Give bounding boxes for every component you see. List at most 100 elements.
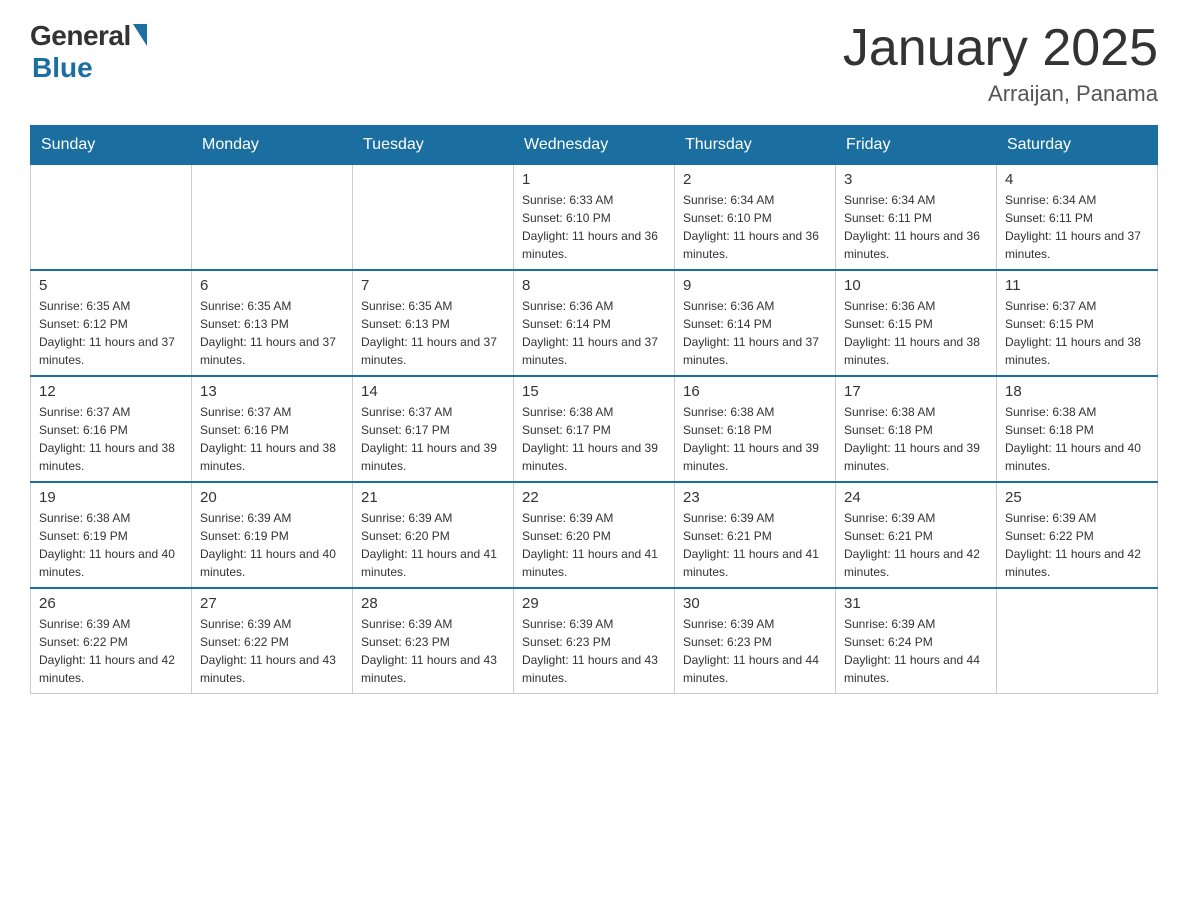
calendar-cell <box>192 165 353 271</box>
day-info: Sunrise: 6:37 AMSunset: 6:16 PMDaylight:… <box>39 403 183 475</box>
calendar-cell: 17 Sunrise: 6:38 AMSunset: 6:18 PMDayligh… <box>836 376 997 482</box>
calendar-cell: 22 Sunrise: 6:39 AMSunset: 6:20 PMDayligh… <box>514 482 675 588</box>
day-info: Sunrise: 6:35 AMSunset: 6:13 PMDaylight:… <box>361 297 505 369</box>
day-number: 20 <box>200 489 344 506</box>
calendar-cell: 10 Sunrise: 6:36 AMSunset: 6:15 PMDayligh… <box>836 270 997 376</box>
day-number: 12 <box>39 383 183 400</box>
day-info: Sunrise: 6:36 AMSunset: 6:14 PMDaylight:… <box>683 297 827 369</box>
day-number: 16 <box>683 383 827 400</box>
day-info: Sunrise: 6:38 AMSunset: 6:18 PMDaylight:… <box>1005 403 1149 475</box>
calendar-cell <box>353 165 514 271</box>
day-number: 27 <box>200 595 344 612</box>
calendar-header-row: SundayMondayTuesdayWednesdayThursdayFrid… <box>31 126 1158 165</box>
calendar-week-row: 26 Sunrise: 6:39 AMSunset: 6:22 PMDayligh… <box>31 588 1158 694</box>
calendar-cell: 5Sunrise: 6:35 AMSunset: 6:12 PMDaylight… <box>31 270 192 376</box>
day-header-thursday: Thursday <box>675 126 836 165</box>
day-number: 17 <box>844 383 988 400</box>
day-number: 18 <box>1005 383 1149 400</box>
day-info: Sunrise: 6:37 AMSunset: 6:16 PMDaylight:… <box>200 403 344 475</box>
calendar-cell: 29Sunrise: 6:39 AMSunset: 6:23 PMDayligh… <box>514 588 675 694</box>
day-info: Sunrise: 6:38 AMSunset: 6:18 PMDaylight:… <box>683 403 827 475</box>
day-number: 10 <box>844 277 988 294</box>
calendar-cell: 2 Sunrise: 6:34 AMSunset: 6:10 PMDaylight… <box>675 165 836 271</box>
calendar-cell: 7 Sunrise: 6:35 AMSunset: 6:13 PMDaylight… <box>353 270 514 376</box>
day-info: Sunrise: 6:34 AMSunset: 6:11 PMDaylight:… <box>844 191 988 263</box>
day-header-wednesday: Wednesday <box>514 126 675 165</box>
day-info: Sunrise: 6:39 AMSunset: 6:23 PMDaylight:… <box>522 615 666 687</box>
day-header-saturday: Saturday <box>997 126 1158 165</box>
calendar-cell: 25 Sunrise: 6:39 AMSunset: 6:22 PMDayligh… <box>997 482 1158 588</box>
calendar-cell: 6Sunrise: 6:35 AMSunset: 6:13 PMDaylight… <box>192 270 353 376</box>
day-number: 26 <box>39 595 183 612</box>
logo: General Blue <box>30 20 147 84</box>
day-info: Sunrise: 6:37 AMSunset: 6:15 PMDaylight:… <box>1005 297 1149 369</box>
day-info: Sunrise: 6:36 AMSunset: 6:15 PMDaylight:… <box>844 297 988 369</box>
calendar-cell: 14 Sunrise: 6:37 AMSunset: 6:17 PMDayligh… <box>353 376 514 482</box>
calendar-cell: 4Sunrise: 6:34 AMSunset: 6:11 PMDaylight… <box>997 165 1158 271</box>
day-number: 4 <box>1005 171 1149 188</box>
calendar-week-row: 5Sunrise: 6:35 AMSunset: 6:12 PMDaylight… <box>31 270 1158 376</box>
calendar-cell: 13 Sunrise: 6:37 AMSunset: 6:16 PMDayligh… <box>192 376 353 482</box>
day-info: Sunrise: 6:39 AMSunset: 6:21 PMDaylight:… <box>844 509 988 581</box>
calendar-cell: 11 Sunrise: 6:37 AMSunset: 6:15 PMDayligh… <box>997 270 1158 376</box>
calendar-week-row: 19 Sunrise: 6:38 AMSunset: 6:19 PMDayligh… <box>31 482 1158 588</box>
day-info: Sunrise: 6:39 AMSunset: 6:22 PMDaylight:… <box>1005 509 1149 581</box>
logo-blue-text: Blue <box>32 52 93 84</box>
day-number: 11 <box>1005 277 1149 294</box>
calendar-cell: 24 Sunrise: 6:39 AMSunset: 6:21 PMDayligh… <box>836 482 997 588</box>
day-number: 31 <box>844 595 988 612</box>
month-title: January 2025 <box>843 20 1158 77</box>
day-number: 15 <box>522 383 666 400</box>
day-info: Sunrise: 6:39 AMSunset: 6:22 PMDaylight:… <box>200 615 344 687</box>
day-header-tuesday: Tuesday <box>353 126 514 165</box>
day-info: Sunrise: 6:39 AMSunset: 6:22 PMDaylight:… <box>39 615 183 687</box>
calendar-cell: 1Sunrise: 6:33 AMSunset: 6:10 PMDaylight… <box>514 165 675 271</box>
logo-general-text: General <box>30 20 131 52</box>
day-number: 28 <box>361 595 505 612</box>
calendar-week-row: 1Sunrise: 6:33 AMSunset: 6:10 PMDaylight… <box>31 165 1158 271</box>
day-info: Sunrise: 6:39 AMSunset: 6:24 PMDaylight:… <box>844 615 988 687</box>
day-info: Sunrise: 6:35 AMSunset: 6:13 PMDaylight:… <box>200 297 344 369</box>
calendar-cell: 16 Sunrise: 6:38 AMSunset: 6:18 PMDayligh… <box>675 376 836 482</box>
day-number: 30 <box>683 595 827 612</box>
day-number: 19 <box>39 489 183 506</box>
day-number: 14 <box>361 383 505 400</box>
day-number: 23 <box>683 489 827 506</box>
day-info: Sunrise: 6:38 AMSunset: 6:19 PMDaylight:… <box>39 509 183 581</box>
day-number: 3 <box>844 171 988 188</box>
day-info: Sunrise: 6:39 AMSunset: 6:21 PMDaylight:… <box>683 509 827 581</box>
day-number: 21 <box>361 489 505 506</box>
day-number: 1 <box>522 171 666 188</box>
day-info: Sunrise: 6:37 AMSunset: 6:17 PMDaylight:… <box>361 403 505 475</box>
day-number: 22 <box>522 489 666 506</box>
calendar-cell: 9Sunrise: 6:36 AMSunset: 6:14 PMDaylight… <box>675 270 836 376</box>
calendar-cell: 12 Sunrise: 6:37 AMSunset: 6:16 PMDayligh… <box>31 376 192 482</box>
day-number: 8 <box>522 277 666 294</box>
day-info: Sunrise: 6:35 AMSunset: 6:12 PMDaylight:… <box>39 297 183 369</box>
calendar-cell: 27 Sunrise: 6:39 AMSunset: 6:22 PMDayligh… <box>192 588 353 694</box>
day-number: 25 <box>1005 489 1149 506</box>
day-info: Sunrise: 6:34 AMSunset: 6:10 PMDaylight:… <box>683 191 827 263</box>
calendar-cell: 30Sunrise: 6:39 AMSunset: 6:23 PMDayligh… <box>675 588 836 694</box>
calendar-cell: 31 Sunrise: 6:39 AMSunset: 6:24 PMDayligh… <box>836 588 997 694</box>
calendar-cell: 18 Sunrise: 6:38 AMSunset: 6:18 PMDayligh… <box>997 376 1158 482</box>
day-number: 13 <box>200 383 344 400</box>
calendar-cell <box>997 588 1158 694</box>
day-info: Sunrise: 6:38 AMSunset: 6:17 PMDaylight:… <box>522 403 666 475</box>
calendar-cell: 15 Sunrise: 6:38 AMSunset: 6:17 PMDayligh… <box>514 376 675 482</box>
day-number: 7 <box>361 277 505 294</box>
day-number: 2 <box>683 171 827 188</box>
title-area: January 2025 Arraijan, Panama <box>843 20 1158 107</box>
header: General Blue January 2025 Arraijan, Pana… <box>30 20 1158 107</box>
day-header-sunday: Sunday <box>31 126 192 165</box>
day-header-monday: Monday <box>192 126 353 165</box>
day-info: Sunrise: 6:38 AMSunset: 6:18 PMDaylight:… <box>844 403 988 475</box>
day-info: Sunrise: 6:39 AMSunset: 6:20 PMDaylight:… <box>361 509 505 581</box>
calendar-cell: 26 Sunrise: 6:39 AMSunset: 6:22 PMDayligh… <box>31 588 192 694</box>
day-info: Sunrise: 6:39 AMSunset: 6:20 PMDaylight:… <box>522 509 666 581</box>
calendar-cell: 21 Sunrise: 6:39 AMSunset: 6:20 PMDayligh… <box>353 482 514 588</box>
day-header-friday: Friday <box>836 126 997 165</box>
day-number: 24 <box>844 489 988 506</box>
location: Arraijan, Panama <box>843 81 1158 107</box>
calendar-cell: 20Sunrise: 6:39 AMSunset: 6:19 PMDayligh… <box>192 482 353 588</box>
